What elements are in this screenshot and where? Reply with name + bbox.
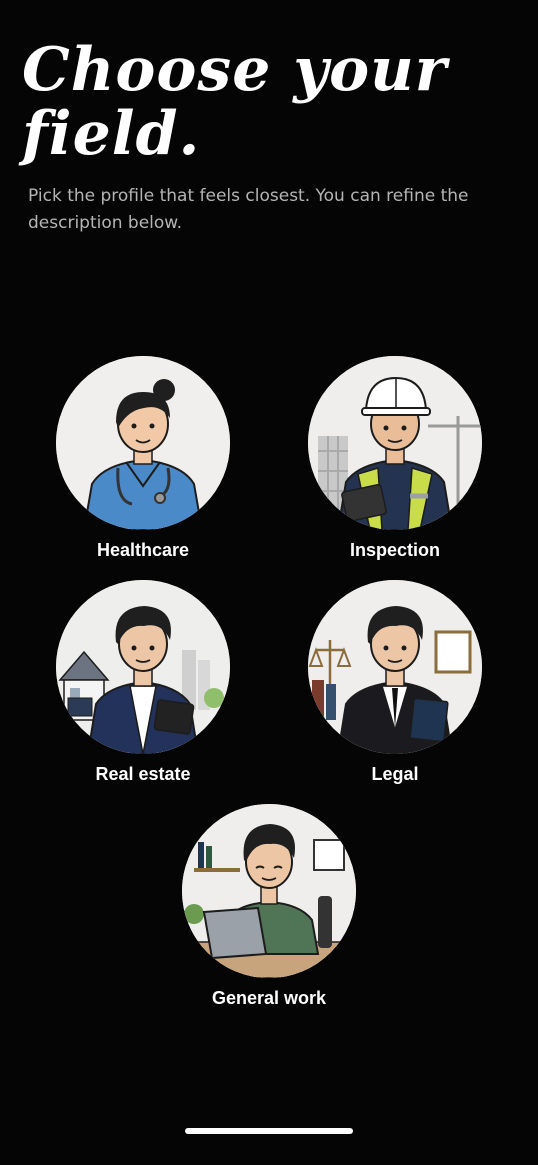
field-label-general-work: General work: [211, 988, 327, 1008]
office-worker-icon: [182, 804, 356, 978]
field-option-inspection[interactable]: Inspection: [275, 356, 515, 576]
field-option-legal[interactable]: Legal: [275, 580, 515, 800]
real-estate-agent-icon: [56, 580, 230, 754]
page-title: Choose your field.: [22, 38, 522, 166]
field-label-healthcare: Healthcare: [96, 540, 190, 560]
field-option-real-estate[interactable]: Real estate: [23, 580, 263, 800]
field-label-inspection: Inspection: [349, 540, 440, 560]
inspector-icon: [308, 356, 482, 530]
page-subtitle: Pick the profile that feels closest. You…: [28, 186, 469, 233]
lawyer-icon: [308, 580, 482, 754]
field-label-real-estate: Real estate: [95, 764, 191, 784]
home-indicator[interactable]: [185, 1128, 353, 1134]
field-option-healthcare[interactable]: Healthcare: [23, 356, 263, 576]
field-option-general-work[interactable]: General work: [149, 804, 389, 1024]
page-title-line-2: field.: [22, 99, 201, 169]
field-label-legal: Legal: [371, 764, 419, 784]
healthcare-worker-icon: [56, 356, 230, 530]
page-title-line-1: Choose your: [22, 35, 448, 105]
